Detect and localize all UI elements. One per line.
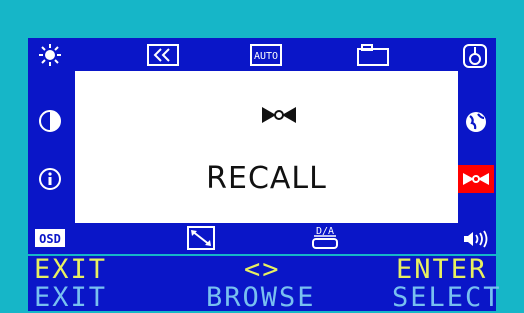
da-icon[interactable]: D/A <box>308 222 342 252</box>
hint-browse-arrows: <> <box>244 254 281 285</box>
osd-icon[interactable]: OSD <box>34 226 66 250</box>
svg-text:AUTO: AUTO <box>254 51 278 62</box>
volume-icon[interactable] <box>461 228 491 250</box>
size-icon[interactable] <box>355 43 391 67</box>
language-icon[interactable] <box>460 42 490 70</box>
hint-exit: EXIT <box>34 254 108 285</box>
svg-text:OSD: OSD <box>39 232 61 246</box>
hint-enter: ENTER <box>396 254 488 285</box>
contrast-icon[interactable] <box>36 107 64 135</box>
recall-icon[interactable] <box>458 165 494 193</box>
diagonal-resize-icon[interactable] <box>185 225 217 251</box>
hint-bar-bottom: EXIT BROWSE SELECT <box>28 282 500 313</box>
recall-title: RECALL <box>206 161 327 196</box>
hint-browse-label: BROWSE <box>206 282 316 313</box>
auto-icon[interactable]: AUTO <box>249 43 283 67</box>
hint-exit-label: EXIT <box>34 282 108 313</box>
hint-bar-top: EXIT <> ENTER <box>28 254 496 285</box>
color-globe-icon[interactable] <box>462 108 490 136</box>
recall-preview: RECALL <box>75 71 458 223</box>
hint-select-label: SELECT <box>392 282 502 313</box>
position-back-icon[interactable] <box>145 42 181 68</box>
brightness-icon[interactable] <box>35 42 65 68</box>
info-icon[interactable] <box>36 165 64 193</box>
recall-center-icon <box>262 107 296 123</box>
